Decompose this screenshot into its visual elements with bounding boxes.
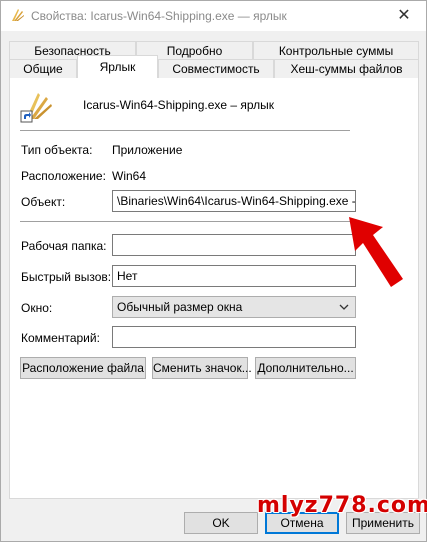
target-location-label: Расположение: [21, 169, 106, 183]
tab-general[interactable]: Общие [9, 59, 77, 78]
ok-button[interactable]: OK [184, 512, 258, 534]
separator [20, 130, 350, 131]
red-arrow-annotation [349, 217, 403, 287]
target-location-value: Win64 [112, 169, 147, 183]
comment-label: Комментарий: [21, 331, 100, 345]
target-label: Объект: [21, 195, 66, 209]
advanced-button[interactable]: Дополнительно... [255, 357, 356, 379]
tab-compatibility[interactable]: Совместимость [158, 59, 274, 78]
change-icon-button[interactable]: Сменить значок... [152, 357, 252, 379]
chevron-down-icon [339, 304, 349, 310]
title-bar: Свойства: Icarus-Win64-Shipping.exe — яр… [1, 1, 426, 31]
shortcut-name: Icarus-Win64-Shipping.exe – ярлык [83, 98, 275, 112]
comment-field[interactable] [112, 326, 356, 348]
app-icon [12, 9, 24, 21]
hotkey-label: Быстрый вызов: [21, 270, 112, 284]
target-field[interactable]: \Binaries\Win64\Icarus-Win64-Shipping.ex… [112, 190, 356, 212]
close-icon: ✕ [397, 7, 411, 24]
tab-shortcut[interactable]: Ярлык [77, 55, 158, 78]
window-title: Свойства: Icarus-Win64-Shipping.exe — яр… [31, 9, 287, 23]
start-in-label: Рабочая папка: [21, 239, 107, 253]
target-type-value: Приложение [112, 143, 183, 157]
app-shortcut-icon [20, 93, 52, 123]
run-select[interactable]: Обычный размер окна [112, 296, 356, 318]
watermark: mlyz778.com [257, 493, 427, 518]
open-file-location-button[interactable]: Расположение файла [20, 357, 146, 379]
tab-row-front: Общие Ярлык Совместимость Хеш-суммы файл… [9, 55, 419, 78]
close-button[interactable]: ✕ [382, 1, 426, 31]
separator [20, 221, 350, 222]
hotkey-field[interactable]: Нет [112, 265, 356, 287]
tab-file-hashes[interactable]: Хеш-суммы файлов [274, 59, 419, 78]
tab-checksums[interactable]: Контрольные суммы [253, 41, 419, 60]
properties-window: Свойства: Icarus-Win64-Shipping.exe — яр… [0, 0, 427, 542]
run-label: Окно: [21, 301, 53, 315]
run-select-value: Обычный размер окна [117, 300, 243, 314]
tab-row-back: Безопасность Подробно Контрольные суммы [9, 41, 419, 60]
start-in-field[interactable] [112, 234, 356, 256]
target-type-label: Тип объекта: [21, 143, 93, 157]
